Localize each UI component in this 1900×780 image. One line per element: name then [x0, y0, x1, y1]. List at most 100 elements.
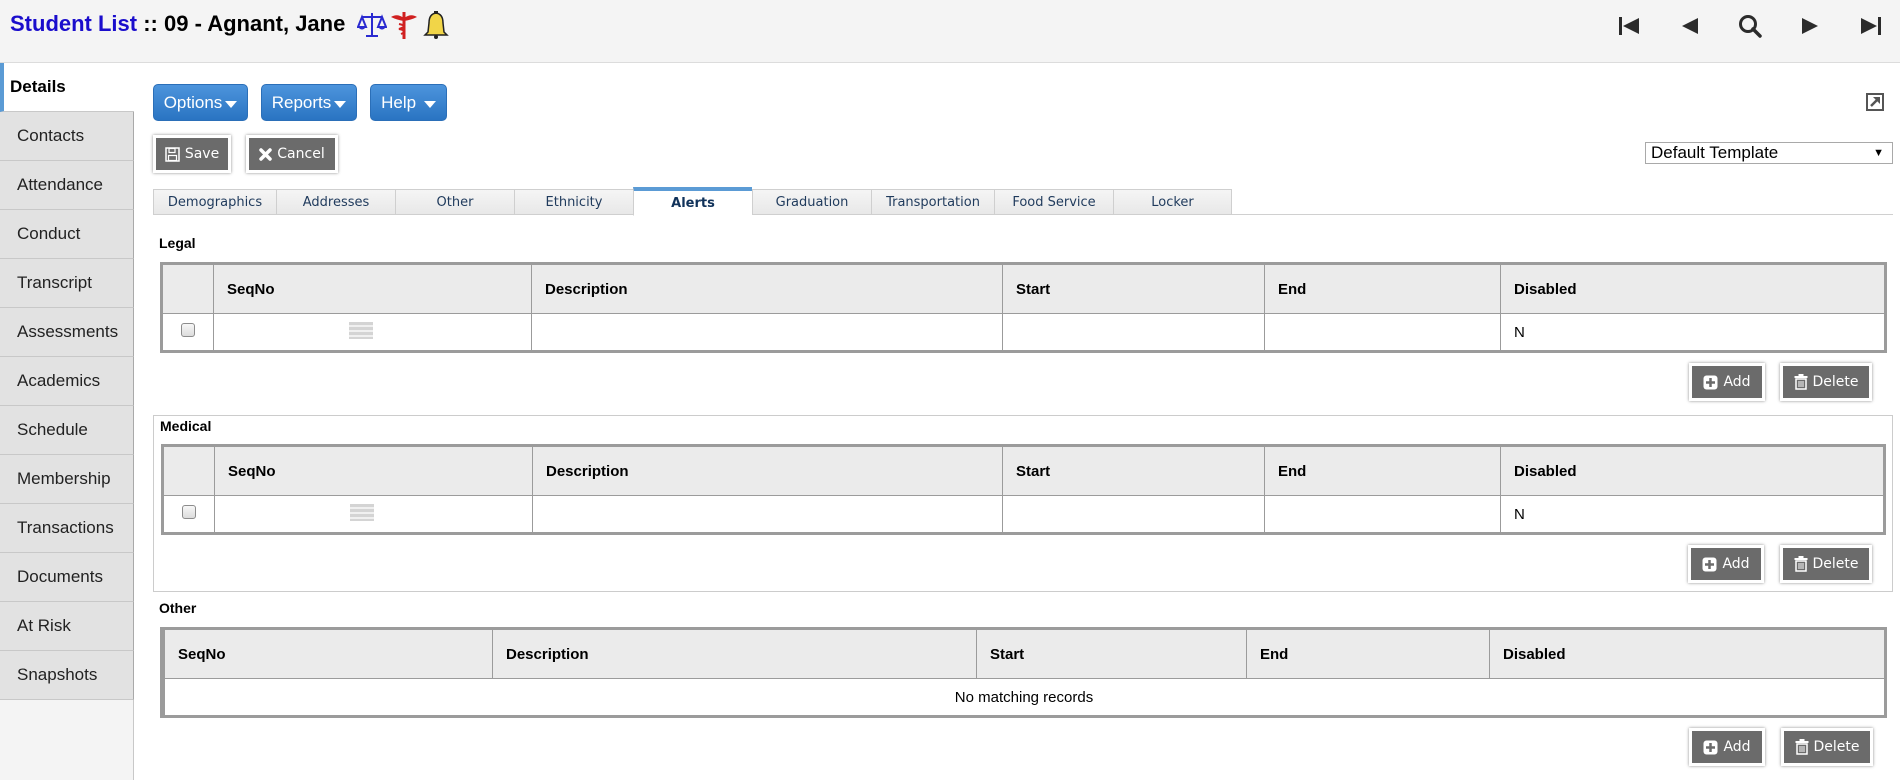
sidebar-item-at-risk[interactable]: At Risk [0, 602, 134, 651]
column-header-description[interactable]: Description [492, 628, 977, 679]
popout-button[interactable] [1866, 93, 1884, 111]
sidebar-item-academics[interactable]: Academics [0, 357, 134, 406]
search-icon [1739, 15, 1762, 38]
sidebar-item-conduct[interactable]: Conduct [0, 210, 134, 259]
add-label: Add [1723, 374, 1751, 390]
tab-demographics[interactable]: Demographics [153, 189, 276, 215]
delete-label: Delete [1812, 374, 1859, 390]
tab-food-service[interactable]: Food Service [994, 189, 1113, 215]
table-row[interactable]: N [161, 313, 1886, 352]
close-icon [259, 147, 273, 161]
other-add-button[interactable]: Add [1689, 728, 1765, 766]
column-header-disabled[interactable]: Disabled [1500, 263, 1886, 314]
first-record-button[interactable] [1600, 10, 1660, 42]
sidebar-item-assessments[interactable]: Assessments [0, 308, 134, 357]
column-header-description[interactable]: Description [531, 263, 1003, 314]
plus-square-icon [1703, 375, 1718, 389]
table-header-row: SeqNo Description Start End Disabled [162, 628, 1886, 679]
student-name: 09 - Agnant, Jane [164, 11, 346, 36]
medical-alerts-table: SeqNo Description Start End Disabled N [161, 444, 1886, 535]
plus-square-icon [1703, 740, 1718, 754]
table-header-row: SeqNo Description Start End Disabled [161, 263, 1886, 314]
tab-transportation[interactable]: Transportation [871, 189, 994, 215]
add-label: Add [1723, 739, 1751, 755]
table-row[interactable]: N [162, 495, 1885, 534]
sidebar-item-snapshots[interactable]: Snapshots [0, 651, 134, 700]
bell-icon[interactable] [421, 10, 451, 40]
dropdown-arrow-icon: ▼ [1873, 147, 1884, 159]
drag-handle-icon[interactable] [349, 321, 373, 339]
save-label: Save [184, 146, 220, 162]
caret-down-icon [423, 100, 436, 108]
tab-alerts[interactable]: Alerts [633, 187, 752, 216]
column-header-start[interactable]: Start [1002, 263, 1265, 314]
help-menu-button[interactable]: Help [370, 84, 447, 121]
legal-alerts-table: SeqNo Description Start End Disabled N [160, 262, 1887, 353]
sidebar-item-transactions[interactable]: Transactions [0, 504, 134, 553]
previous-record-icon [1682, 18, 1698, 34]
column-header-disabled[interactable]: Disabled [1489, 628, 1886, 679]
tab-other[interactable]: Other [395, 189, 514, 215]
detail-tabs: Demographics Addresses Other Ethnicity A… [153, 187, 1232, 216]
sidebar: Details Contacts Attendance Conduct Tran… [0, 63, 134, 780]
last-record-icon [1861, 17, 1881, 35]
sidebar-item-transcript[interactable]: Transcript [0, 259, 134, 308]
column-header-start[interactable]: Start [1002, 445, 1265, 496]
sidebar-item-contacts[interactable]: Contacts [0, 112, 134, 161]
other-delete-button[interactable]: Delete [1781, 728, 1873, 766]
options-menu-button[interactable]: Options [153, 84, 248, 121]
page-title: Student List :: 09 - Agnant, Jane [10, 11, 345, 37]
legal-delete-button[interactable]: Delete [1780, 363, 1872, 401]
column-header-seqno[interactable]: SeqNo [213, 263, 532, 314]
cell-end[interactable] [1264, 313, 1501, 352]
tab-addresses[interactable]: Addresses [276, 189, 395, 215]
cancel-button[interactable]: Cancel [246, 135, 338, 173]
column-header-start[interactable]: Start [976, 628, 1247, 679]
column-header-disabled[interactable]: Disabled [1500, 445, 1885, 496]
template-select[interactable]: Default Template ▼ [1645, 142, 1893, 164]
other-section-label: Other [159, 600, 197, 616]
cell-end[interactable] [1264, 495, 1501, 534]
next-record-icon [1802, 18, 1818, 34]
medical-add-button[interactable]: Add [1688, 545, 1764, 583]
sidebar-item-documents[interactable]: Documents [0, 553, 134, 602]
sidebar-item-schedule[interactable]: Schedule [0, 406, 134, 455]
reports-menu-button[interactable]: Reports [261, 84, 357, 121]
student-list-link[interactable]: Student List [10, 11, 137, 36]
sidebar-item-membership[interactable]: Membership [0, 455, 134, 504]
cell-start[interactable] [1002, 313, 1265, 352]
cell-disabled[interactable]: N [1500, 313, 1886, 352]
save-button[interactable]: Save [153, 135, 231, 173]
delete-label: Delete [1812, 556, 1859, 572]
no-records-message: No matching records [162, 678, 1886, 717]
tab-ethnicity[interactable]: Ethnicity [514, 189, 633, 215]
previous-record-button[interactable] [1660, 10, 1720, 42]
next-record-button[interactable] [1780, 10, 1840, 42]
column-header-seqno[interactable]: SeqNo [162, 628, 493, 679]
cell-start[interactable] [1002, 495, 1265, 534]
column-header-description[interactable]: Description [532, 445, 1003, 496]
search-button[interactable] [1720, 10, 1780, 42]
legal-add-button[interactable]: Add [1689, 363, 1765, 401]
last-record-button[interactable] [1840, 10, 1900, 42]
column-header-end[interactable]: End [1264, 263, 1501, 314]
cell-disabled[interactable]: N [1500, 495, 1885, 534]
delete-label: Delete [1813, 739, 1860, 755]
legal-scales-icon[interactable] [356, 10, 388, 40]
cell-description[interactable] [532, 495, 1003, 534]
medical-delete-button[interactable]: Delete [1780, 545, 1872, 583]
drag-handle-icon[interactable] [350, 503, 374, 521]
sidebar-item-attendance[interactable]: Attendance [0, 161, 134, 210]
column-header-seqno[interactable]: SeqNo [214, 445, 533, 496]
tab-locker[interactable]: Locker [1113, 189, 1232, 215]
medical-section-label: Medical [160, 418, 212, 434]
column-header-end[interactable]: End [1264, 445, 1501, 496]
tab-graduation[interactable]: Graduation [752, 189, 871, 215]
sidebar-item-details[interactable]: Details [0, 63, 134, 112]
row-checkbox[interactable] [181, 323, 195, 337]
row-checkbox[interactable] [182, 505, 196, 519]
column-header-end[interactable]: End [1246, 628, 1490, 679]
medical-caduceus-icon[interactable] [389, 10, 419, 40]
trash-icon [1794, 374, 1807, 390]
cell-description[interactable] [531, 313, 1003, 352]
